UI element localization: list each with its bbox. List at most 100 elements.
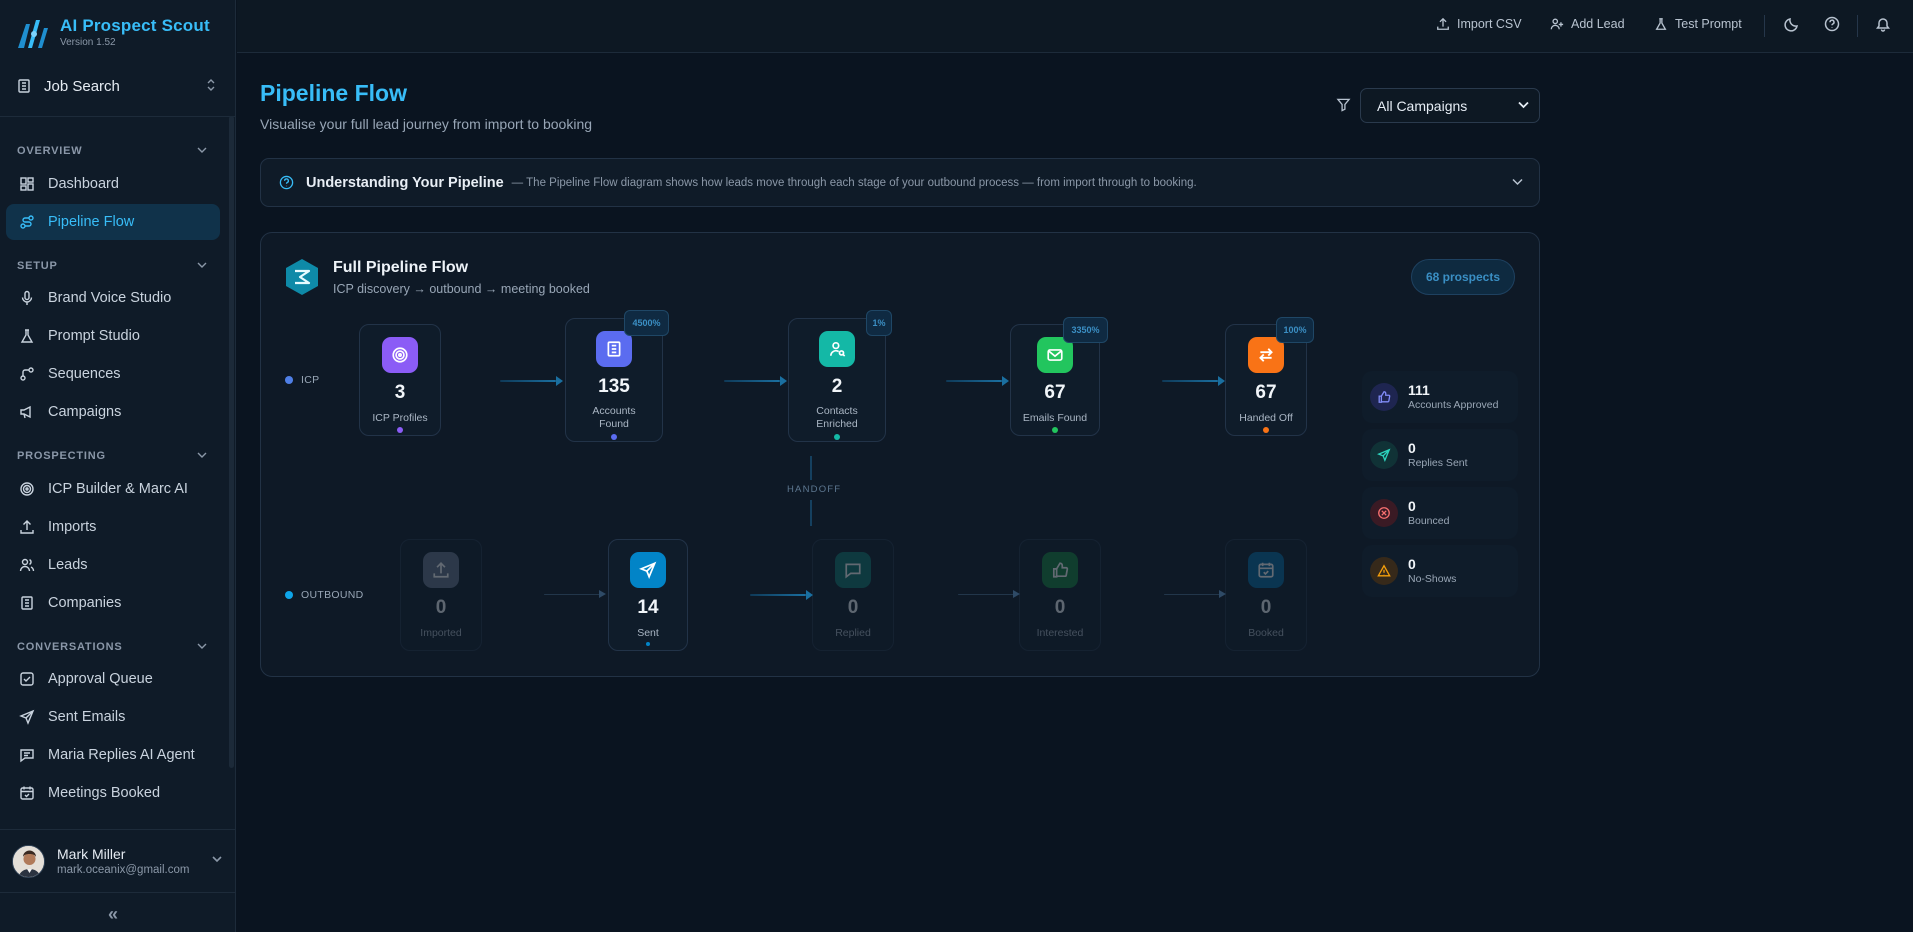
section-label: PROSPECTING xyxy=(17,450,106,462)
page-title: Pipeline Flow xyxy=(260,80,407,106)
sidebar-item-brand-voice-studio[interactable]: Brand Voice Studio xyxy=(6,280,220,316)
stage-dot xyxy=(1263,427,1269,433)
stat-bounced: 0 Bounced xyxy=(1362,487,1518,539)
prospects-badge: 68 prospects xyxy=(1411,259,1515,295)
section-overview[interactable]: OVERVIEW xyxy=(17,143,207,159)
row-label-text: OUTBOUND xyxy=(301,589,364,601)
sidebar-item-pipeline-flow[interactable]: Pipeline Flow xyxy=(6,204,220,240)
flow-connector xyxy=(1162,380,1218,382)
stage-dot xyxy=(611,434,617,440)
stage-dot xyxy=(834,434,840,440)
sidebar-item-campaigns[interactable]: Campaigns xyxy=(6,394,220,430)
x-circle-icon xyxy=(1370,499,1398,527)
sidebar-item-leads[interactable]: Leads xyxy=(6,547,220,583)
stage-value: 0 xyxy=(1054,597,1066,618)
route-icon xyxy=(18,213,36,231)
import-csv-button[interactable]: Import CSV xyxy=(1436,17,1522,31)
calendar-icon xyxy=(18,784,36,802)
arrow-right-icon xyxy=(806,590,813,600)
info-banner-text: — The Pipeline Flow diagram shows how le… xyxy=(511,176,1197,189)
add-lead-button[interactable]: Add Lead xyxy=(1550,17,1625,31)
flow-subtitle: ICP discovery → outbound → meeting booke… xyxy=(333,282,590,296)
divider xyxy=(1764,15,1765,37)
flow-connector xyxy=(958,594,1014,595)
divider xyxy=(0,892,236,893)
sidebar-item-dashboard[interactable]: Dashboard xyxy=(6,166,220,202)
sidebar-item-label: Imports xyxy=(48,519,97,535)
notifications-bell-icon[interactable] xyxy=(1875,16,1891,32)
conversion-badge: 4500% xyxy=(624,310,669,336)
stage-contacts-enriched[interactable]: 2 Contacts Enriched xyxy=(788,318,886,442)
avatar xyxy=(12,844,45,878)
sidebar-item-prompt-studio[interactable]: Prompt Studio xyxy=(6,318,220,354)
collapse-sidebar-button[interactable]: « xyxy=(108,904,118,925)
sidebar-item-sent-emails[interactable]: Sent Emails xyxy=(6,699,220,735)
sidebar-item-approval-queue[interactable]: Approval Queue xyxy=(6,661,220,697)
campaign-select[interactable]: All Campaigns xyxy=(1360,88,1540,123)
stage-icp-profiles[interactable]: 3 ICP Profiles xyxy=(359,324,441,436)
divider xyxy=(0,116,236,117)
users-icon xyxy=(18,556,36,574)
test-prompt-label: Test Prompt xyxy=(1675,17,1742,31)
conversion-badge: 100% xyxy=(1276,317,1314,343)
stat-replies-sent: 0 Replies Sent xyxy=(1362,429,1518,481)
stage-interested[interactable]: 0 Interested xyxy=(1019,539,1101,651)
arrow-right-icon xyxy=(1219,590,1226,598)
chevron-down-icon xyxy=(1518,101,1529,109)
stage-dot xyxy=(646,642,650,646)
sidebar-item-icp-builder[interactable]: ICP Builder & Marc AI xyxy=(6,471,220,507)
stage-label: Imported xyxy=(420,627,462,639)
sidebar-item-label: Campaigns xyxy=(48,404,122,420)
user-email: mark.oceanix@gmail.com xyxy=(57,863,190,876)
building-icon xyxy=(16,78,34,94)
sidebar-item-meetings-booked[interactable]: Meetings Booked xyxy=(6,775,220,811)
send-icon xyxy=(630,552,666,588)
theme-toggle-moon-icon[interactable] xyxy=(1784,16,1800,32)
stage-replied[interactable]: 0 Replied xyxy=(812,539,894,651)
section-prospecting[interactable]: PROSPECTING xyxy=(17,448,207,464)
stage-sent[interactable]: 14 Sent xyxy=(608,539,688,651)
user-plus-icon xyxy=(1550,17,1564,31)
workspace-selector[interactable]: Job Search xyxy=(16,76,216,96)
section-setup[interactable]: SETUP xyxy=(17,258,207,274)
dashboard-icon xyxy=(18,175,36,193)
app-version: Version 1.52 xyxy=(60,37,116,48)
section-label: SETUP xyxy=(17,260,58,272)
filter-icon xyxy=(1336,97,1351,112)
chevron-down-icon xyxy=(1512,178,1523,186)
pipeline-info-banner[interactable]: Understanding Your Pipeline — The Pipeli… xyxy=(260,158,1540,207)
sidebar-item-imports[interactable]: Imports xyxy=(6,509,220,545)
stage-value: 0 xyxy=(1260,597,1272,618)
user-menu[interactable]: Mark Miller mark.oceanix@gmail.com xyxy=(12,843,222,879)
sidebar-item-label: Pipeline Flow xyxy=(48,214,135,230)
flow-title: Full Pipeline Flow xyxy=(333,259,469,276)
thumbs-up-icon xyxy=(1042,552,1078,588)
campaign-select-value: All Campaigns xyxy=(1377,97,1468,114)
section-label: OVERVIEW xyxy=(17,145,83,157)
sidebar-item-sequences[interactable]: Sequences xyxy=(6,356,220,392)
stage-imported[interactable]: 0 Imported xyxy=(400,539,482,651)
sidebar-scrollbar[interactable] xyxy=(229,116,234,768)
flow-connector xyxy=(544,594,600,595)
icp-dot-icon xyxy=(285,376,293,384)
stage-label: Accounts Found xyxy=(592,405,636,430)
test-prompt-button[interactable]: Test Prompt xyxy=(1654,17,1742,31)
stage-label: ICP Profiles xyxy=(372,412,428,424)
stage-value: 3 xyxy=(394,382,406,403)
stage-label: Sent xyxy=(637,627,659,639)
brand: AI Prospect Scout Version 1.52 xyxy=(14,14,210,52)
stage-label: Replied xyxy=(835,627,871,639)
sidebar-item-label: Meetings Booked xyxy=(48,785,161,801)
stage-booked[interactable]: 0 Booked xyxy=(1225,539,1307,651)
building-icon xyxy=(18,594,36,612)
stage-value: 14 xyxy=(637,597,659,618)
add-lead-label: Add Lead xyxy=(1571,17,1625,31)
sidebar-item-companies[interactable]: Companies xyxy=(6,585,220,621)
stage-accounts-found[interactable]: 135 Accounts Found xyxy=(565,318,663,442)
upload-icon xyxy=(423,552,459,588)
sidebar-item-maria-replies[interactable]: Maria Replies AI Agent xyxy=(6,737,220,773)
section-conversations[interactable]: CONVERSATIONS xyxy=(17,639,207,655)
handoff-label: HANDOFF xyxy=(787,484,842,495)
arrow-right-icon xyxy=(1013,590,1020,598)
help-icon[interactable] xyxy=(1824,16,1840,32)
